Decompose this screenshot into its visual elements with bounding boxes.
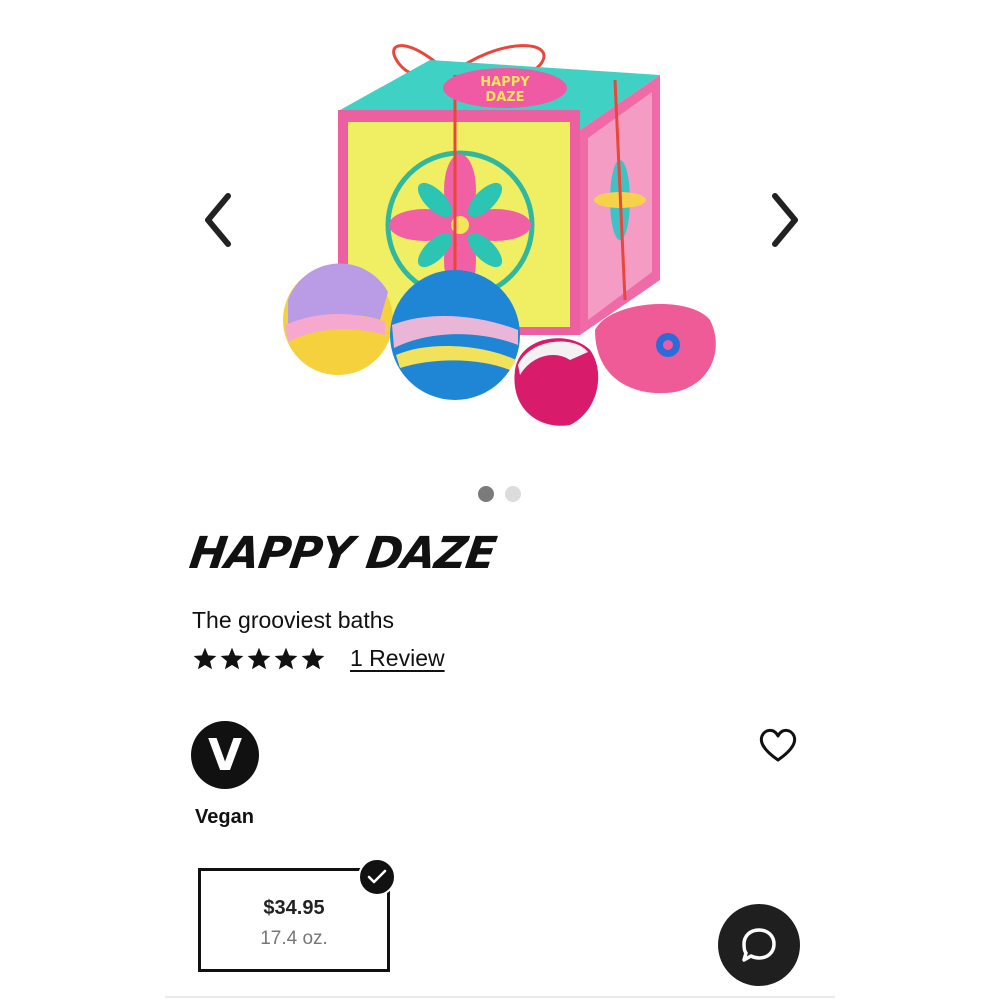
carousel-dot-2[interactable] (505, 486, 521, 502)
chevron-right-icon (772, 193, 798, 247)
star-rating (192, 646, 326, 672)
product-rating: 1 Review (192, 645, 445, 672)
carousel-next-button[interactable] (755, 185, 815, 255)
vegan-icon: V (191, 721, 259, 789)
star-icon (193, 647, 217, 669)
chat-bubble-icon (742, 928, 776, 962)
product-image: HAPPY DAZE (283, 44, 716, 426)
vegan-label: Vegan (195, 806, 254, 828)
star-icon (220, 647, 244, 669)
carousel-dot-1[interactable] (478, 486, 494, 502)
size-price: $34.95 (263, 897, 325, 919)
carousel-pagination (478, 486, 521, 502)
star-icon (247, 647, 271, 669)
wishlist-button[interactable] (750, 720, 806, 770)
chevron-left-icon (205, 193, 231, 247)
product-image-carousel: HAPPY DAZE (0, 0, 1000, 470)
chat-button[interactable] (718, 904, 800, 986)
star-icon (274, 647, 298, 669)
bottom-divider (165, 996, 835, 998)
heart-outline-icon (759, 728, 797, 762)
carousel-prev-button[interactable] (188, 185, 248, 255)
box-label-line2: DAZE (485, 90, 524, 105)
reviews-link[interactable]: 1 Review (350, 645, 445, 672)
box-label-line1: HAPPY (480, 75, 530, 90)
selected-check-badge (358, 858, 396, 896)
star-icon (301, 647, 325, 669)
size-weight: 17.4 oz. (260, 928, 328, 949)
vegan-icon-letter: V (208, 730, 242, 781)
product-title: HAPPY DAZE (186, 528, 499, 579)
checkmark-icon (367, 869, 387, 884)
product-tagline: The grooviest baths (192, 607, 395, 633)
